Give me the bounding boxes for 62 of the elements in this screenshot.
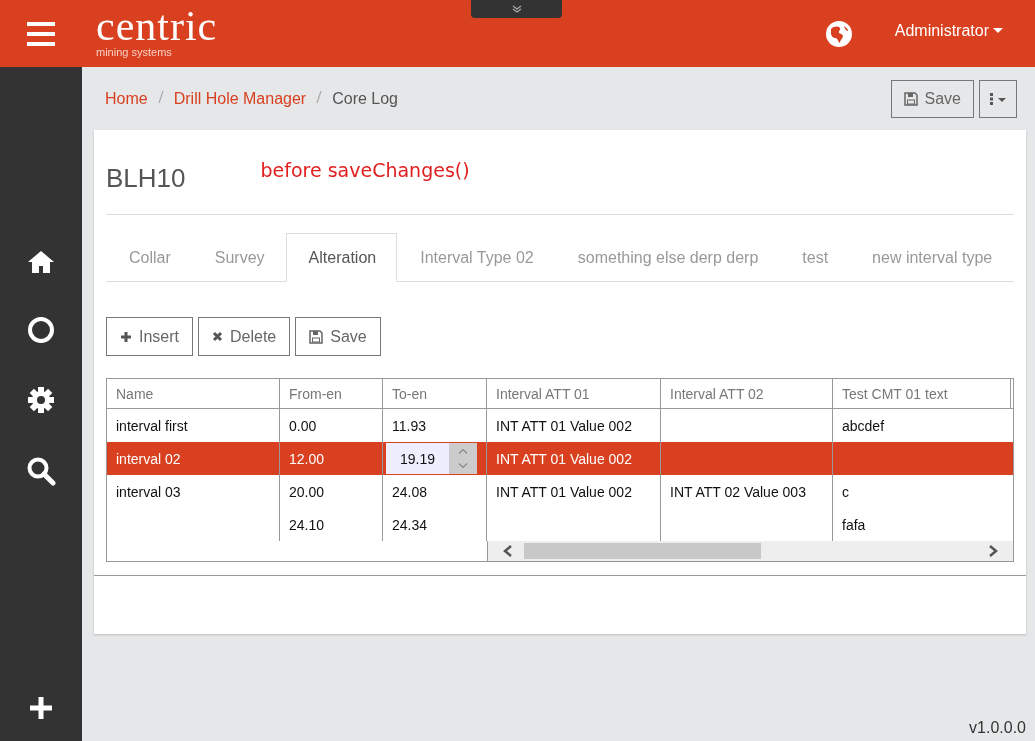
record-title: BLH10 xyxy=(106,162,186,194)
breadcrumb-link[interactable]: Home xyxy=(105,89,148,108)
debug-note: before saveChanges() xyxy=(260,159,470,181)
table-cell: 11.93 xyxy=(392,417,426,434)
table-cell: INT ATT 01 Value 002 xyxy=(496,417,632,434)
slash-separator-icon xyxy=(316,89,323,104)
plus-icon[interactable] xyxy=(28,695,54,721)
globe-icon[interactable] xyxy=(824,19,853,48)
table-cell: interval 02 xyxy=(116,450,181,467)
user-menu[interactable]: Administrator xyxy=(894,21,1003,40)
tab[interactable]: test xyxy=(779,233,850,282)
table-cell: 0.00 xyxy=(289,417,317,434)
delete-button[interactable]: Delete xyxy=(198,317,291,356)
breadcrumb-link[interactable]: Drill Hole Manager xyxy=(173,89,307,108)
more-menu-button[interactable] xyxy=(979,79,1017,118)
column-header[interactable]: Test CMT 01 text xyxy=(833,379,1011,408)
table-row[interactable]: interval 03 20.00 24.08 INT ATT 01 Value 002 INT ATT 02 Value 003 c xyxy=(107,475,1013,508)
table-cell: interval 03 xyxy=(116,483,181,500)
table-cell: fafa xyxy=(842,516,866,533)
logo-tagline: mining systems xyxy=(96,45,173,58)
save-button[interactable]: Save xyxy=(295,317,381,356)
table-row[interactable]: interval 02 12.00 19.19 INT ATT 01 Value 002 xyxy=(107,442,1013,475)
tab[interactable]: Collar xyxy=(106,233,192,282)
double-chevron-icon xyxy=(511,5,522,13)
table-cell: 24.08 xyxy=(392,483,428,500)
tab[interactable]: new interval type xyxy=(849,233,1014,282)
table-cell: INT ATT 02 Value 003 xyxy=(670,483,806,500)
column-header[interactable]: Name xyxy=(107,379,280,408)
plus-icon xyxy=(120,330,132,343)
table-cell: INT ATT 01 Value 002 xyxy=(496,483,632,500)
tab[interactable]: Alteration xyxy=(285,233,398,282)
tab[interactable]: Survey xyxy=(191,233,286,282)
menu-icon[interactable] xyxy=(27,21,55,46)
insert-button[interactable]: Insert xyxy=(106,317,193,356)
search-icon[interactable] xyxy=(26,456,56,486)
column-header[interactable]: To-en xyxy=(383,379,487,408)
column-header[interactable]: Interval ATT 02 xyxy=(661,379,833,408)
tab[interactable]: Interval Type 02 xyxy=(397,233,555,282)
version-label: v1.0.0.0 xyxy=(969,719,1026,737)
logo-wordmark: centric xyxy=(96,5,218,46)
slash-separator-icon xyxy=(157,89,164,104)
number-spinner-field[interactable]: 19.19 xyxy=(386,443,477,474)
x-icon xyxy=(212,331,223,342)
home-icon[interactable] xyxy=(27,250,55,274)
table-cell: 12.00 xyxy=(289,450,325,467)
table-cell: 24.34 xyxy=(392,516,428,533)
kebab-caret-icon xyxy=(988,92,1008,105)
table-cell: c xyxy=(842,483,849,500)
column-header[interactable]: From-en xyxy=(280,379,383,408)
current-page-label: Core Log xyxy=(332,89,398,108)
tab[interactable]: something else derp derp xyxy=(554,233,780,282)
horizontal-scrollbar[interactable] xyxy=(488,541,1013,561)
table-cell: 24.10 xyxy=(289,516,325,533)
circle-icon[interactable] xyxy=(27,316,55,344)
table-cell: interval first xyxy=(116,417,188,434)
table-cell: 20.00 xyxy=(289,483,325,500)
table-cell: INT ATT 01 Value 002 xyxy=(496,450,632,467)
column-header[interactable]: Interval ATT 01 xyxy=(487,379,661,408)
scroll-left-icon[interactable] xyxy=(502,544,514,558)
save-button[interactable]: Save xyxy=(890,79,974,118)
table-cell: abcdef xyxy=(842,417,885,434)
scroll-right-icon[interactable] xyxy=(987,544,999,558)
